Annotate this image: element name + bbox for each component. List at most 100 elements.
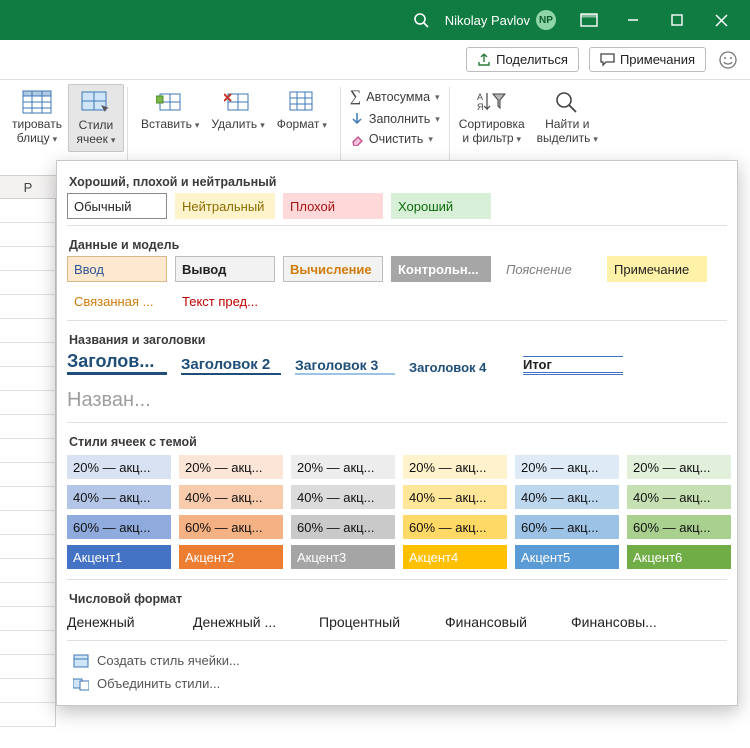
style-accent-1-row1[interactable]: 20% — акц... (67, 455, 171, 479)
style-accent-5-row2[interactable]: 40% — акц... (515, 485, 619, 509)
comments-button[interactable]: Примечания (589, 47, 706, 72)
style-accent-2-row2[interactable]: 40% — акц... (179, 485, 283, 509)
fill-button[interactable]: Заполнить ▾ (348, 110, 442, 128)
style-heading4[interactable]: Заголовок 4 (409, 360, 509, 375)
row-header[interactable] (0, 655, 56, 679)
style-linked-cell[interactable]: Связанная ... (67, 288, 167, 314)
style-number-format-4[interactable]: Финансовы... (571, 614, 679, 630)
row-header[interactable] (0, 631, 56, 655)
user-account[interactable]: Nikolay Pavlov NP (445, 10, 556, 30)
row-header[interactable] (0, 607, 56, 631)
autosum-button[interactable]: ∑ Автосумма ▾ (348, 86, 442, 108)
style-accent-1-row3[interactable]: 60% — акц... (67, 515, 171, 539)
row-header[interactable] (0, 247, 56, 271)
create-cell-style-label: Создать стиль ячейки... (97, 653, 240, 668)
row-header[interactable] (0, 535, 56, 559)
style-accent-5-row1[interactable]: 20% — акц... (515, 455, 619, 479)
style-accent-6-row3[interactable]: 60% — акц... (627, 515, 731, 539)
section-title-themed: Стили ячеек с темой (67, 429, 727, 453)
style-number-format-2[interactable]: Процентный (319, 614, 427, 630)
style-accent-4-row1[interactable]: 20% — акц... (403, 455, 507, 479)
row-header[interactable] (0, 271, 56, 295)
row-header[interactable] (0, 319, 56, 343)
create-cell-style-item[interactable]: Создать стиль ячейки... (67, 649, 727, 672)
style-accent-2-row4[interactable]: Акцент2 (179, 545, 283, 569)
style-accent-3-row4[interactable]: Акцент3 (291, 545, 395, 569)
style-heading2[interactable]: Заголовок 2 (181, 356, 281, 375)
style-input[interactable]: Ввод (67, 256, 167, 282)
style-check-cell[interactable]: Контрольн... (391, 256, 491, 282)
row-header[interactable] (0, 199, 56, 223)
row-header[interactable] (0, 415, 56, 439)
row-header[interactable] (0, 679, 56, 703)
style-accent-3-row1[interactable]: 20% — акц... (291, 455, 395, 479)
separator (127, 87, 128, 165)
style-accent-6-row2[interactable]: 40% — акц... (627, 485, 731, 509)
style-explanatory[interactable]: Пояснение (499, 256, 599, 282)
minimize-icon[interactable] (612, 0, 654, 40)
cell-styles-gallery: Хороший, плохой и нейтральный Обычный Не… (56, 160, 738, 706)
row-header[interactable] (0, 367, 56, 391)
row-header[interactable] (0, 439, 56, 463)
row-header[interactable] (0, 391, 56, 415)
style-accent-3-row3[interactable]: 60% — акц... (291, 515, 395, 539)
style-accent-6-row4[interactable]: Акцент6 (627, 545, 731, 569)
style-accent-4-row2[interactable]: 40% — акц... (403, 485, 507, 509)
style-good[interactable]: Хороший (391, 193, 491, 219)
row-header[interactable] (0, 343, 56, 367)
style-accent-1-row2[interactable]: 40% — акц... (67, 485, 171, 509)
style-note[interactable]: Примечание (607, 256, 707, 282)
insert-label: Вставить (141, 118, 199, 132)
row-header[interactable] (0, 703, 56, 727)
style-normal[interactable]: Обычный (67, 193, 167, 219)
style-number-format-1[interactable]: Денежный ... (193, 614, 301, 630)
format-button[interactable]: Формат (271, 84, 333, 136)
row-header[interactable] (0, 511, 56, 535)
row-header[interactable] (0, 487, 56, 511)
style-heading1[interactable]: Заголов... (67, 351, 167, 375)
search-icon[interactable] (407, 6, 435, 34)
style-accent-5-row4[interactable]: Акцент5 (515, 545, 619, 569)
style-heading3[interactable]: Заголовок 3 (295, 357, 395, 375)
chevron-down-icon: ▾ (435, 92, 440, 103)
style-calculation[interactable]: Вычисление (283, 256, 383, 282)
user-name: Nikolay Pavlov (445, 13, 530, 28)
clear-button[interactable]: Очистить ▾ (348, 130, 442, 148)
style-accent-4-row3[interactable]: 60% — акц... (403, 515, 507, 539)
close-icon[interactable] (700, 0, 742, 40)
maximize-icon[interactable] (656, 0, 698, 40)
style-total[interactable]: Итог (523, 356, 623, 375)
feedback-smiley-icon[interactable] (716, 48, 740, 72)
style-bad[interactable]: Плохой (283, 193, 383, 219)
style-accent-3-row2[interactable]: 40% — акц... (291, 485, 395, 509)
delete-button[interactable]: Удалить (205, 84, 270, 136)
style-neutral[interactable]: Нейтральный (175, 193, 275, 219)
column-header[interactable]: P (0, 175, 56, 199)
merge-styles-item[interactable]: Объединить стили... (67, 672, 727, 695)
sort-filter-button[interactable]: AЯ Сортировка и фильтр (453, 84, 531, 150)
style-accent-6-row1[interactable]: 20% — акц... (627, 455, 731, 479)
share-label: Поделиться (496, 52, 568, 67)
number-format-row: Денежный Денежный ... Процентный Финансовый… (67, 614, 727, 630)
row-header[interactable] (0, 559, 56, 583)
style-warning-text[interactable]: Текст пред... (175, 288, 275, 314)
style-accent-5-row3[interactable]: 60% — акц... (515, 515, 619, 539)
cell-styles-button[interactable]: Стили ячеек (68, 84, 124, 152)
find-select-button[interactable]: Найти и выделить (531, 84, 604, 150)
style-output[interactable]: Вывод (175, 256, 275, 282)
share-button[interactable]: Поделиться (466, 47, 579, 72)
style-accent-2-row1[interactable]: 20% — акц... (179, 455, 283, 479)
style-accent-2-row3[interactable]: 60% — акц... (179, 515, 283, 539)
row-header[interactable] (0, 463, 56, 487)
style-accent-1-row4[interactable]: Акцент1 (67, 545, 171, 569)
row-header[interactable] (0, 583, 56, 607)
style-number-format-0[interactable]: Денежный (67, 614, 175, 630)
style-title[interactable]: Назван... (67, 389, 167, 412)
row-header[interactable] (0, 295, 56, 319)
style-number-format-3[interactable]: Финансовый (445, 614, 553, 630)
insert-button[interactable]: Вставить (135, 84, 205, 136)
ribbon-display-options-icon[interactable] (568, 0, 610, 40)
format-as-table-button[interactable]: тировать блицу (6, 84, 68, 150)
row-header[interactable] (0, 223, 56, 247)
style-accent-4-row4[interactable]: Акцент4 (403, 545, 507, 569)
